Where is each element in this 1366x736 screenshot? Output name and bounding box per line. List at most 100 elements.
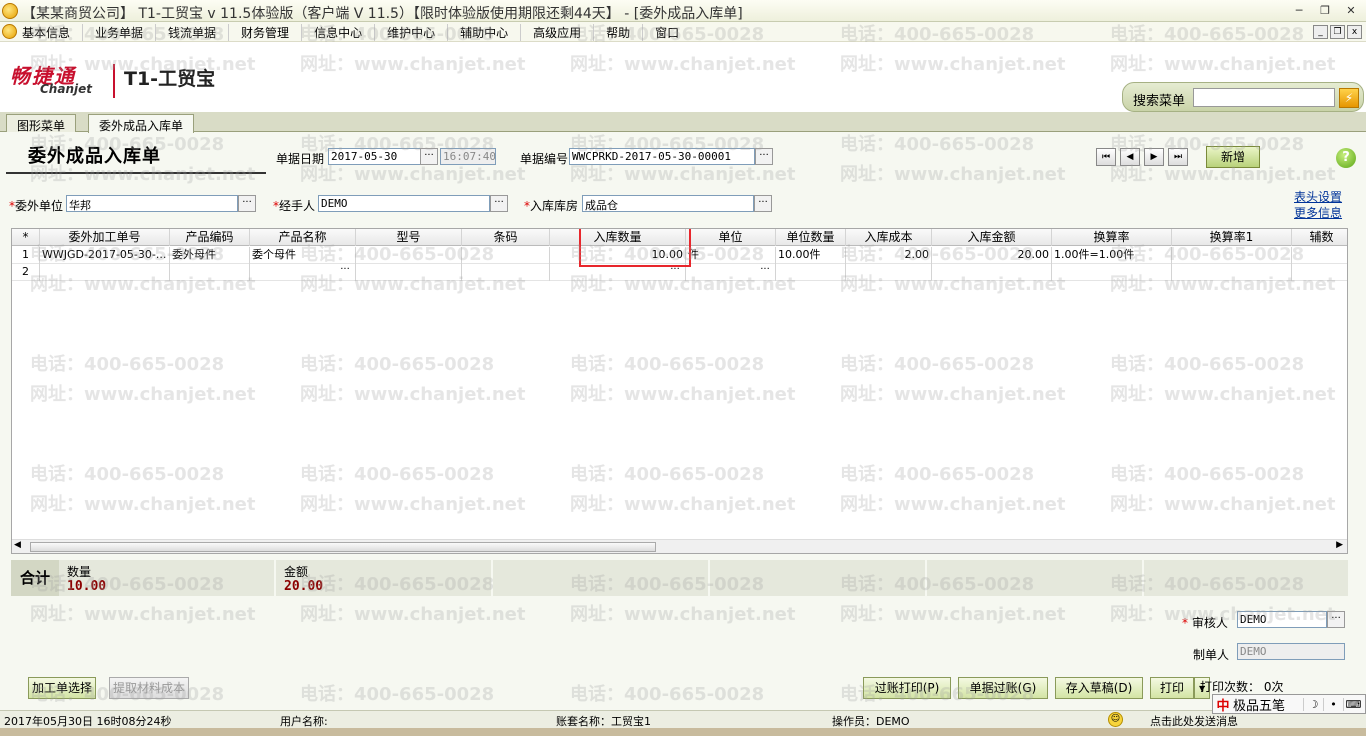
cell-conversion-1[interactable] <box>1172 247 1292 264</box>
docno-lookup-button[interactable]: ··· <box>755 148 773 165</box>
cell-aux-qty[interactable] <box>1292 247 1347 264</box>
ime-name[interactable]: 极品五笔 <box>1233 695 1303 714</box>
cell-unit[interactable]: 件 <box>686 247 776 264</box>
tab-outsourced-receipt[interactable]: 委外成品入库单 <box>88 114 195 133</box>
smile-icon[interactable]: ☺ <box>1108 712 1123 727</box>
ime-moon-icon[interactable]: ☽ <box>1303 697 1323 711</box>
col-aux-qty[interactable]: 辅数 <box>1292 229 1347 246</box>
cell-conversion[interactable] <box>1052 264 1172 281</box>
minimize-button[interactable]: ─ <box>1288 3 1310 19</box>
search-input[interactable] <box>1193 88 1335 107</box>
app-icon[interactable] <box>2 3 18 19</box>
cell-unit-qty[interactable]: 10.00件 <box>776 247 846 264</box>
header-settings-link[interactable]: 表头设置 <box>1294 188 1342 205</box>
col-model[interactable]: 型号 <box>356 229 462 246</box>
cell-barcode[interactable] <box>462 247 550 264</box>
horizontal-scrollbar[interactable]: ◀ ▶ <box>12 539 1347 553</box>
cell-product-code[interactable] <box>170 264 250 281</box>
cell-product-name[interactable]: 委个母件 <box>250 247 356 264</box>
warehouse-field[interactable]: 成品仓 <box>582 195 754 212</box>
menu-help[interactable]: 帮助 <box>593 24 642 41</box>
scroll-left-icon[interactable]: ◀ <box>14 540 21 550</box>
mdi-restore-button[interactable]: ❐ <box>1330 25 1345 39</box>
col-conversion-1[interactable]: 换算率1 <box>1172 229 1292 246</box>
post-print-button[interactable]: 过账打印(P) <box>863 677 951 699</box>
cell-inbound-amount[interactable] <box>932 264 1052 281</box>
cell-product-name[interactable]: ··· <box>250 264 356 281</box>
supplier-lookup-button[interactable]: ··· <box>238 195 256 212</box>
col-unit-qty[interactable]: 单位数量 <box>776 229 846 246</box>
date-picker-button[interactable]: ··· <box>420 148 438 165</box>
cell-conversion[interactable]: 1.00件=1.00件 <box>1052 247 1172 264</box>
cell-aux-qty[interactable] <box>1292 264 1347 281</box>
ime-logo-icon[interactable]: 中 <box>1213 695 1233 714</box>
save-draft-button[interactable]: 存入草稿(D) <box>1055 677 1143 699</box>
cell-order-no[interactable] <box>40 264 170 281</box>
search-go-icon[interactable]: ⚡ <box>1339 88 1359 108</box>
docno-field[interactable]: WWCPRKD-2017-05-30-00001 <box>569 148 755 165</box>
handler-lookup-button[interactable]: ··· <box>490 195 508 212</box>
warehouse-lookup-button[interactable]: ··· <box>754 195 772 212</box>
select-order-button[interactable]: 加工单选择 <box>28 677 96 699</box>
restore-button[interactable]: ❐ <box>1314 3 1336 19</box>
tab-graphic-menu[interactable]: 图形菜单 <box>6 114 77 133</box>
scrollbar-thumb[interactable] <box>30 542 656 552</box>
mdi-minimize-button[interactable]: _ <box>1313 25 1328 39</box>
window-titlebar[interactable]: 【某某商贸公司】 T1-工贸宝 v 11.5体验版（客户端 V 11.5）【限时… <box>0 0 1366 22</box>
col-unit[interactable]: 单位 <box>686 229 776 246</box>
ime-toolbar[interactable]: 中 极品五笔 ☽ • ⌨ <box>1212 694 1366 714</box>
menu-maintenance[interactable]: 维护中心 <box>374 24 447 41</box>
post-button[interactable]: 单据过账(G) <box>958 677 1048 699</box>
prev-record-button[interactable]: ◀ <box>1120 148 1140 166</box>
menu-basic-info[interactable]: 基本信息 <box>22 24 82 41</box>
scroll-right-icon[interactable]: ▶ <box>1336 540 1343 550</box>
help-icon[interactable]: ? <box>1336 148 1356 168</box>
menu-advanced[interactable]: 高级应用 <box>520 24 593 41</box>
send-message-link[interactable]: 点击此处发送消息 <box>1150 713 1238 729</box>
cell-barcode[interactable] <box>462 264 550 281</box>
cell-product-code[interactable]: 委外母件 <box>170 247 250 264</box>
cell-inbound-amount[interactable]: 20.00 <box>932 247 1052 264</box>
unit-lookup-button[interactable]: ··· <box>756 264 774 280</box>
close-button[interactable]: ✕ <box>1340 3 1362 19</box>
first-record-button[interactable]: ⏮ <box>1096 148 1116 166</box>
auditor-lookup-button[interactable]: ··· <box>1327 611 1345 628</box>
print-button[interactable]: 打印 <box>1150 677 1194 699</box>
date-field[interactable]: 2017-05-30 <box>328 148 422 165</box>
menu-business-docs[interactable]: 业务单据 <box>82 24 155 41</box>
menu-finance[interactable]: 财务管理 <box>228 24 301 41</box>
handler-field[interactable]: DEMO <box>318 195 490 212</box>
col-inbound-cost[interactable]: 入库成本 <box>846 229 932 246</box>
col-inbound-amount[interactable]: 入库金额 <box>932 229 1052 246</box>
col-order-no[interactable]: 委外加工单号 <box>40 229 170 246</box>
next-record-button[interactable]: ▶ <box>1144 148 1164 166</box>
cell-unit-qty[interactable] <box>776 264 846 281</box>
cell-conversion-1[interactable] <box>1172 264 1292 281</box>
col-product-code[interactable]: 产品编码 <box>170 229 250 246</box>
totals-empty <box>1146 560 1348 596</box>
ime-keyboard-icon[interactable]: ⌨ <box>1343 697 1363 711</box>
menu-info-center[interactable]: 信息中心 <box>301 24 374 41</box>
cell-inbound-cost[interactable]: 2.00 <box>846 247 932 264</box>
menu-app-icon[interactable] <box>2 24 17 39</box>
cell-inbound-cost[interactable] <box>846 264 932 281</box>
menu-assist[interactable]: 辅助中心 <box>447 24 520 41</box>
product-lookup-button[interactable]: ··· <box>336 264 354 280</box>
supplier-field[interactable]: 华邦 <box>66 195 238 212</box>
cell-model[interactable] <box>356 264 462 281</box>
col-conversion[interactable]: 换算率 <box>1052 229 1172 246</box>
cell-unit[interactable]: ··· <box>686 264 776 281</box>
col-barcode[interactable]: 条码 <box>462 229 550 246</box>
mdi-close-button[interactable]: x <box>1347 25 1362 39</box>
menu-cash-docs[interactable]: 钱流单据 <box>155 24 228 41</box>
new-button[interactable]: 新增 <box>1206 146 1260 168</box>
cell-model[interactable] <box>356 247 462 264</box>
cell-order-no[interactable]: WWJGD-2017-05-30-... <box>40 247 170 264</box>
col-product-name[interactable]: 产品名称 <box>250 229 356 246</box>
ime-punct-icon[interactable]: • <box>1323 697 1343 711</box>
menu-window[interactable]: 窗口 <box>642 24 691 41</box>
last-record-button[interactable]: ⏭ <box>1168 148 1188 166</box>
menubar: 基本信息 业务单据 钱流单据 财务管理 信息中心 维护中心 辅助中心 高级应用 … <box>0 22 1366 42</box>
more-info-link[interactable]: 更多信息 <box>1294 204 1342 221</box>
auditor-field[interactable]: DEMO <box>1237 611 1327 628</box>
